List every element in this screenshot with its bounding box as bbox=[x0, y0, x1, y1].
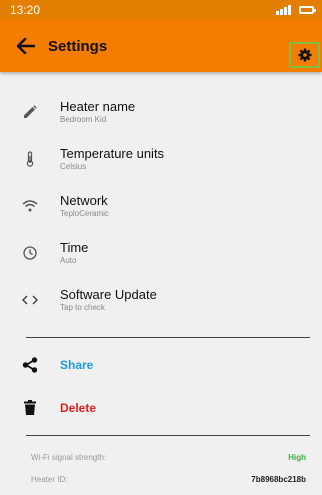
wifi-signal-value: High bbox=[288, 452, 306, 462]
app-bar: Settings bbox=[0, 20, 322, 72]
arrow-back-icon bbox=[17, 38, 35, 54]
delete-button[interactable]: Delete bbox=[0, 386, 322, 429]
setting-title: Heater name bbox=[60, 98, 136, 114]
pencil-icon bbox=[24, 104, 37, 118]
setting-heater-name[interactable]: Heater name Bedroom Kid bbox=[0, 88, 322, 135]
status-time: 13:20 bbox=[10, 3, 41, 17]
wifi-signal-row: Wi-Fi signal strength: High bbox=[0, 446, 322, 468]
trash-icon bbox=[24, 400, 36, 415]
share-icon bbox=[22, 356, 38, 373]
setting-value: Tap to check bbox=[60, 302, 105, 312]
setting-value: Bedroom Kid bbox=[60, 114, 107, 124]
setting-value: Auto bbox=[60, 255, 77, 265]
share-button[interactable]: Share bbox=[0, 343, 322, 386]
setting-software-update[interactable]: Software Update Tap to check bbox=[0, 276, 322, 323]
setting-value: TeploCeramic bbox=[60, 208, 109, 218]
setting-title: Temperature units bbox=[60, 145, 165, 161]
share-label: Share bbox=[60, 357, 94, 372]
heater-id-value: 7b8968bc218b bbox=[251, 474, 306, 484]
settings-list: Heater name Bedroom Kid Temperature unit… bbox=[0, 72, 322, 323]
gear-icon bbox=[298, 48, 311, 62]
setting-title: Network bbox=[60, 192, 108, 208]
delete-label: Delete bbox=[60, 400, 97, 415]
heater-id-row: Heater ID: 7b8968bc218b bbox=[0, 468, 322, 490]
setting-value: Celsius bbox=[60, 161, 87, 171]
setting-title: Time bbox=[60, 239, 89, 255]
heater-id-label: Heater ID: bbox=[31, 474, 68, 484]
wifi-signal-label: Wi-Fi signal strength: bbox=[31, 452, 107, 462]
setting-time[interactable]: Time Auto bbox=[0, 229, 322, 276]
page-title: Settings bbox=[48, 37, 108, 55]
clock-icon bbox=[23, 245, 37, 260]
settings-button[interactable] bbox=[289, 42, 320, 68]
back-button[interactable] bbox=[10, 30, 42, 62]
setting-network[interactable]: Network TeploCeramic bbox=[0, 182, 322, 229]
setting-title: Software Update bbox=[60, 286, 157, 302]
status-bar: 13:20 bbox=[0, 0, 322, 20]
thermometer-icon bbox=[26, 150, 34, 167]
code-icon bbox=[22, 295, 38, 304]
battery-icon bbox=[299, 6, 316, 14]
setting-temperature-units[interactable]: Temperature units Celsius bbox=[0, 135, 322, 182]
wifi-icon bbox=[22, 199, 38, 211]
app-screen: 13:20 Settings Heater name Bedroom Kid T… bbox=[0, 0, 322, 495]
signal-icon bbox=[276, 5, 291, 15]
